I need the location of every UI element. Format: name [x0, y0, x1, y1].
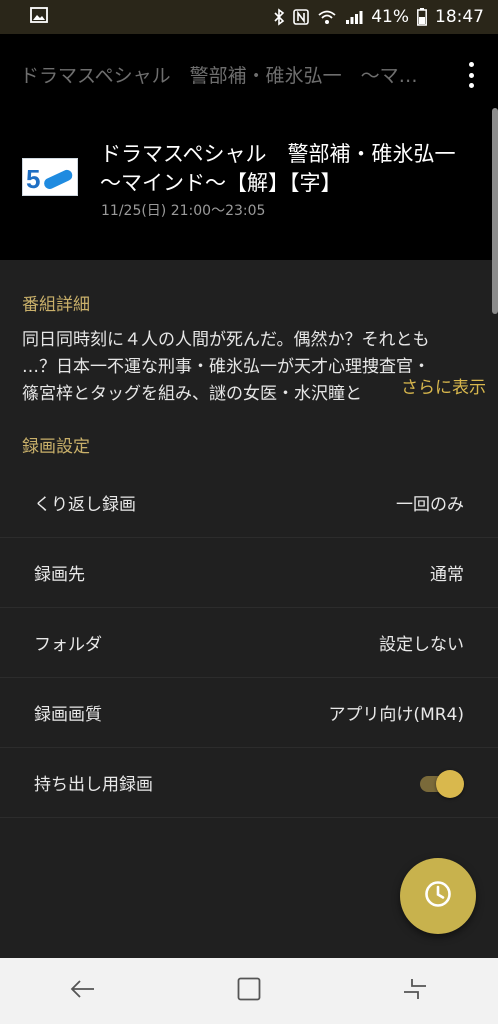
- status-bar: 41% 18:47: [0, 0, 498, 34]
- details-heading: 番組詳細: [22, 295, 90, 315]
- battery-icon: [417, 8, 427, 26]
- recording-destination-row[interactable]: 録画先 通常: [0, 538, 498, 608]
- row-label: 持ち出し用録画: [34, 775, 153, 795]
- channel-number: 5: [26, 164, 40, 194]
- row-value: 通常: [430, 565, 464, 585]
- program-title: ドラマスペシャル 警部補・碓氷弘一 ～マインド～【解】【字】: [100, 142, 477, 195]
- folder-row[interactable]: フォルダ 設定しない: [0, 608, 498, 678]
- recents-icon: [402, 978, 428, 1004]
- home-button[interactable]: [219, 966, 279, 1016]
- recents-button[interactable]: [385, 966, 445, 1016]
- navigation-bar: [0, 958, 498, 1024]
- more-options-icon[interactable]: [468, 62, 474, 88]
- signal-icon: [345, 9, 363, 25]
- row-value: 一回のみ: [396, 495, 464, 515]
- app-bar-title: ドラマスペシャル 警部補・碓氷弘一 ～マイ...: [20, 64, 430, 87]
- show-more-link[interactable]: さらに表示: [395, 373, 486, 398]
- app-bar: ドラマスペシャル 警部補・碓氷弘一 ～マイ...: [0, 34, 498, 114]
- back-button[interactable]: [53, 966, 113, 1016]
- bluetooth-icon: [273, 8, 285, 26]
- battery-percent: 41%: [371, 7, 409, 27]
- channel-logo: 5: [22, 158, 78, 196]
- recording-quality-row[interactable]: 録画画質 アプリ向け(MR4): [0, 678, 498, 748]
- repeat-recording-row[interactable]: くり返し録画 一回のみ: [0, 468, 498, 538]
- row-value: アプリ向け(MR4): [328, 705, 464, 725]
- program-datetime: 11/25(日) 21:00～23:05: [101, 203, 266, 219]
- home-icon: [237, 977, 261, 1005]
- row-label: 録画先: [34, 565, 85, 585]
- clock-icon: [423, 879, 453, 913]
- schedule-fab-button[interactable]: [400, 858, 476, 934]
- wifi-icon: [317, 9, 337, 25]
- row-label: 録画画質: [34, 705, 102, 725]
- recording-settings-heading: 録画設定: [22, 437, 90, 457]
- row-label: くり返し録画: [34, 495, 136, 515]
- description-line: 同日同時刻に４人の人間が死んだ。偶然か？それとも: [22, 330, 430, 350]
- row-label: フォルダ: [34, 635, 102, 655]
- clock-time: 18:47: [435, 7, 484, 27]
- scrollbar[interactable]: [492, 108, 498, 314]
- nfc-icon: [293, 9, 310, 25]
- back-icon: [70, 978, 96, 1004]
- row-value: 設定しない: [379, 635, 464, 655]
- carry-out-toggle[interactable]: [418, 769, 464, 798]
- carry-out-recording-row[interactable]: 持ち出し用録画: [0, 748, 498, 818]
- gallery-icon: [30, 6, 48, 23]
